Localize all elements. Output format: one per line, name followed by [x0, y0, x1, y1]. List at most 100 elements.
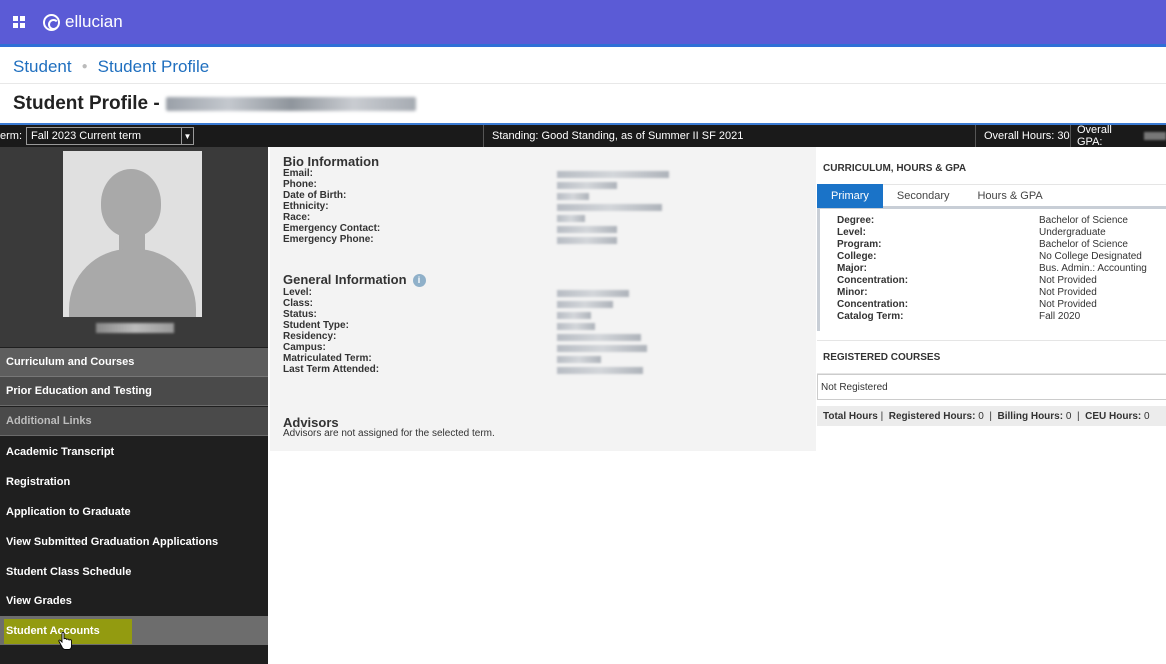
curriculum-details: Degree: Bachelor of Science Level: Undergr… — [817, 209, 1166, 331]
billing-hours-label: Billing Hours: — [997, 410, 1064, 422]
redacted-student-type — [557, 323, 595, 330]
general-field-matriculated-term: Matriculated Term: — [283, 353, 372, 364]
curriculum-label: Concentration: — [837, 275, 909, 286]
sidebar-item-student-accounts[interactable]: Student Accounts — [0, 616, 268, 650]
curriculum-value: Bus. Admin.: Accounting — [1039, 263, 1147, 274]
curriculum-value: Not Provided — [1039, 287, 1097, 298]
redacted-emergency-contact — [557, 226, 617, 233]
brand-name: ellucian — [65, 12, 123, 31]
overall-gpa: Overall GPA: — [1070, 124, 1166, 148]
app-grid-icon[interactable] — [13, 16, 25, 28]
ceu-hours-label: CEU Hours: — [1085, 410, 1142, 422]
general-field-level: Level: — [283, 287, 312, 298]
curriculum-label: Program: — [837, 239, 882, 250]
sidebar-item-label: Prior Education and Testing — [6, 385, 152, 397]
sidebar-item-label: Student Class Schedule — [6, 565, 132, 578]
sidebar-item-academic-transcript[interactable]: Academic Transcript — [0, 437, 268, 466]
advisors-message: Advisors are not assigned for the select… — [283, 428, 495, 439]
tab-secondary[interactable]: Secondary — [883, 184, 964, 208]
ceu-hours-value: 0 — [1144, 410, 1150, 422]
general-field-campus: Campus: — [283, 342, 326, 353]
total-hours-label: Total Hours — [823, 410, 878, 422]
registered-courses-status: Not Registered — [817, 374, 1166, 400]
page-title: Student Profile - — [13, 91, 416, 117]
bio-field-emergency-phone: Emergency Phone: — [283, 234, 374, 245]
page-title-text: Student Profile - — [13, 93, 160, 114]
curriculum-panel-title: CURRICULUM, HOURS & GPA — [817, 152, 1166, 185]
info-icon[interactable]: i — [412, 274, 426, 288]
bio-field-date-of-birth: Date of Birth: — [283, 190, 347, 201]
breadcrumb-student-profile[interactable]: Student Profile — [98, 57, 210, 77]
redacted-ethnicity — [557, 204, 662, 211]
sidebar-item-label: View Submitted Graduation Applications — [6, 535, 219, 548]
curriculum-value: No College Designated — [1039, 251, 1142, 262]
sidebar-item-label: View Grades — [6, 594, 72, 607]
curriculum-value: Not Provided — [1039, 275, 1097, 286]
sidebar-item-label: Student Accounts — [6, 624, 100, 637]
sidebar: Curriculum and Courses Prior Education a… — [0, 147, 268, 664]
tab-hours-gpa[interactable]: Hours & GPA — [963, 184, 1056, 208]
bio-field-race: Race: — [283, 212, 311, 223]
curriculum-value: Bachelor of Science — [1039, 215, 1128, 226]
curriculum-label: Minor: — [837, 287, 868, 298]
term-select[interactable]: Fall 2023 Current term ▼ — [26, 127, 194, 145]
bio-field-emergency-contact: Emergency Contact: — [283, 223, 381, 234]
main-panel: Bio Information Email: Phone: Date of Bi… — [270, 147, 816, 451]
sidebar-item-curriculum-and-courses[interactable]: Curriculum and Courses — [0, 348, 268, 377]
sidebar-item-label: Academic Transcript — [6, 445, 115, 458]
term-select-value: Fall 2023 Current term — [31, 130, 142, 142]
redacted-matriculated-term — [557, 356, 601, 363]
curriculum-tabs: Primary Secondary Hours & GPA — [817, 183, 1166, 209]
curriculum-value: Undergraduate — [1039, 227, 1106, 238]
breadcrumb-separator-icon: ● — [81, 61, 88, 72]
registered-hours-label: Registered Hours: — [888, 410, 976, 422]
curriculum-label: Degree: — [837, 215, 875, 226]
general-field-status: Status: — [283, 309, 317, 320]
general-information-title-text: General Information — [283, 272, 407, 287]
redacted-gpa — [1144, 132, 1166, 140]
sidebar-item-label: Additional Links — [6, 415, 92, 427]
chevron-down-icon[interactable]: ▼ — [181, 128, 193, 144]
sidebar-item-student-class-schedule[interactable]: Student Class Schedule — [0, 557, 268, 586]
registered-courses-title: REGISTERED COURSES — [817, 340, 1166, 374]
student-photo — [63, 151, 202, 317]
redacted-campus — [557, 345, 647, 352]
breadcrumb-student[interactable]: Student — [13, 57, 72, 77]
curriculum-value: Not Provided — [1039, 299, 1097, 310]
sidebar-item-submitted-graduation-applications[interactable]: View Submitted Graduation Applications — [0, 527, 268, 556]
standing-status: Standing: Good Standing, as of Summer II… — [483, 125, 743, 147]
redacted-race — [557, 215, 585, 222]
sidebar-item-application-to-graduate[interactable]: Application to Graduate — [0, 497, 268, 526]
bio-information-title: Bio Information — [283, 154, 380, 169]
curriculum-label: College: — [837, 251, 877, 262]
curriculum-label: Catalog Term: — [837, 311, 904, 322]
avatar-head-icon — [101, 169, 161, 237]
sidebar-item-prior-education[interactable]: Prior Education and Testing — [0, 377, 268, 406]
photo-area — [0, 147, 268, 347]
bio-field-email: Email: — [283, 168, 314, 179]
general-field-class: Class: — [283, 298, 314, 309]
sidebar-item-label: Registration — [6, 475, 71, 488]
sidebar-item-additional-links[interactable]: Additional Links — [0, 407, 268, 436]
top-bar: ellucian — [0, 0, 1166, 47]
hand-pointer-icon — [58, 632, 72, 650]
redacted-photo-name — [96, 323, 174, 333]
billing-hours-value: 0 — [1065, 410, 1072, 422]
curriculum-label: Concentration: — [837, 299, 909, 310]
redacted-date-of-birth — [557, 193, 589, 200]
tab-primary[interactable]: Primary — [817, 183, 883, 208]
ellucian-logo-icon — [43, 13, 60, 31]
redacted-student-name — [165, 97, 416, 111]
general-information-title: General Information i — [283, 272, 426, 288]
sidebar-item-view-grades[interactable]: View Grades — [0, 586, 268, 615]
avatar-body-icon — [69, 249, 196, 317]
sidebar-item-registration[interactable]: Registration — [0, 467, 268, 496]
curriculum-value: Bachelor of Science — [1039, 239, 1128, 250]
redacted-emergency-phone — [557, 237, 617, 244]
hours-totals: Total Hours | Registered Hours: 0 | Bill… — [817, 406, 1166, 426]
term-bar: erm: Fall 2023 Current term ▼ Standing: … — [0, 123, 1166, 148]
redacted-status — [557, 312, 591, 319]
bio-field-phone: Phone: — [283, 179, 317, 190]
redacted-residency — [557, 334, 641, 341]
general-field-student-type: Student Type: — [283, 320, 349, 331]
